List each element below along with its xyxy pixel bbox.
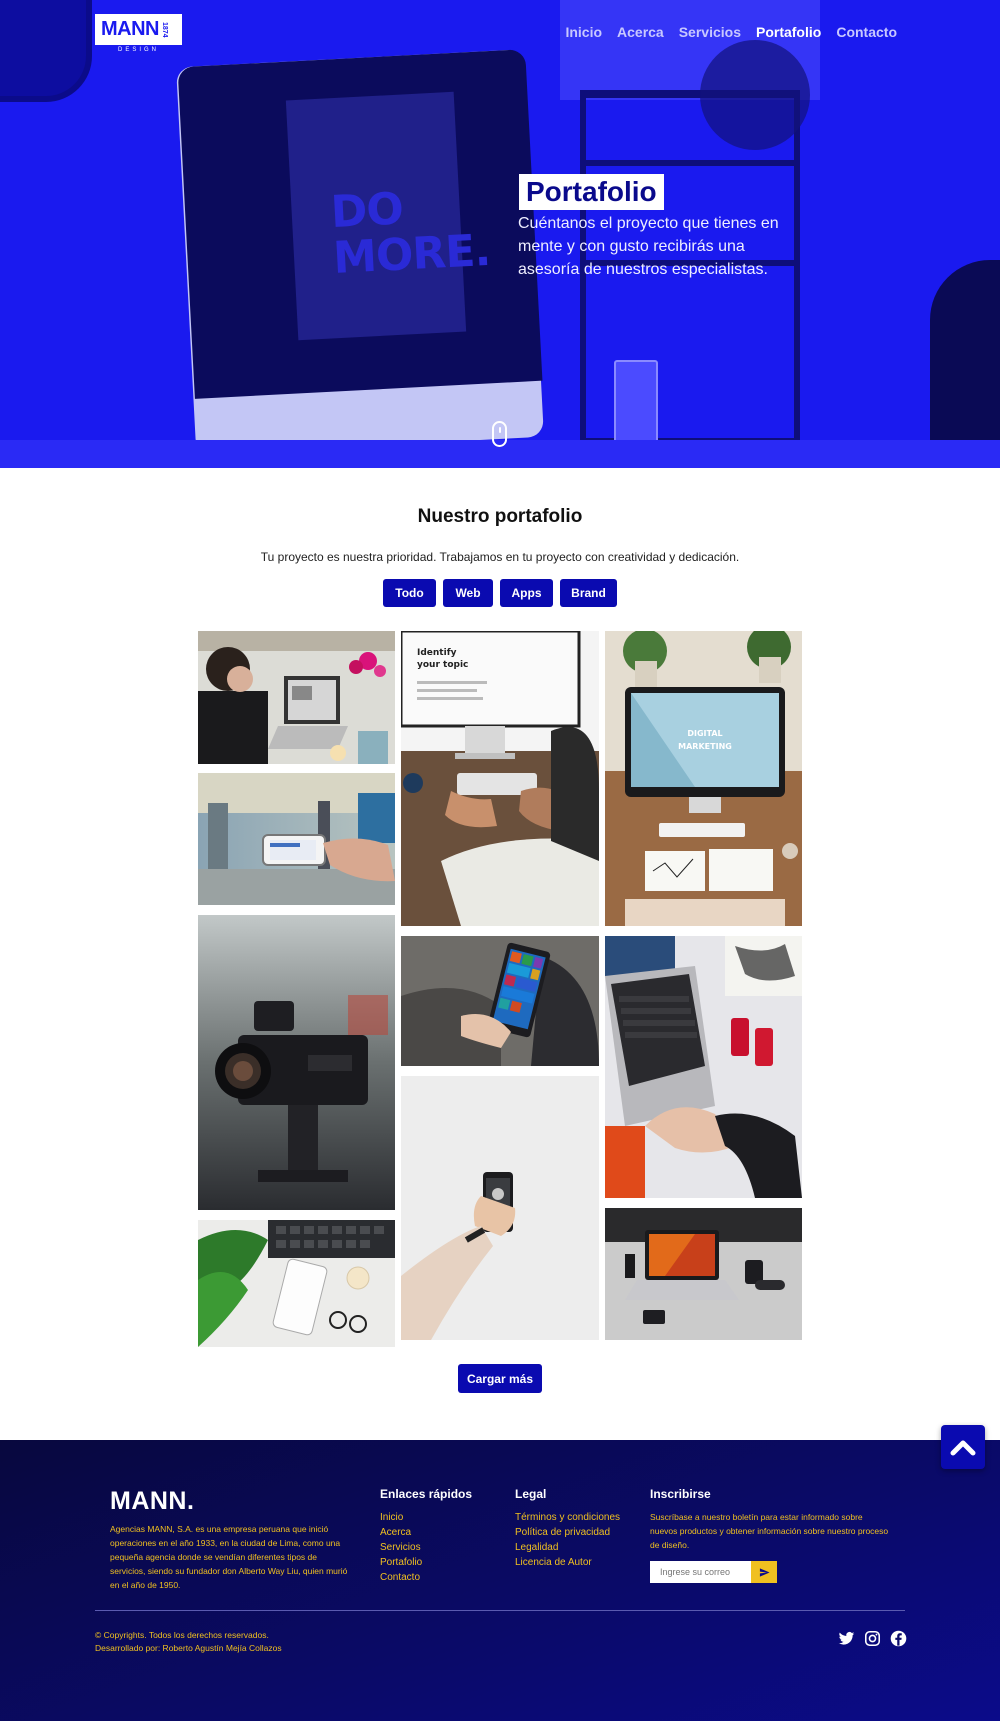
woman-laptop-photo[interactable] <box>198 631 395 764</box>
nav-item-inicio[interactable]: Inicio <box>565 24 602 40</box>
footer: MANN. Agencias MANN, S.A. es una empresa… <box>0 1440 1000 1721</box>
footer-about: Agencias MANN, S.A. es una empresa perua… <box>110 1524 348 1590</box>
footer-link-terminos[interactable]: Términos y condiciones <box>515 1510 620 1525</box>
phone-hand-photo[interactable] <box>401 1076 599 1340</box>
footer-copyright: © Copyrights. Todos los derechos reserva… <box>95 1629 282 1655</box>
footer-legal-title: Legal <box>515 1487 547 1501</box>
hero-image-text: DO MORE. <box>329 183 492 285</box>
hero-lamp <box>0 0 92 102</box>
svg-text:your topic: your topic <box>417 660 468 670</box>
svg-text:DIGITAL: DIGITAL <box>687 729 722 738</box>
svg-text:Identify: Identify <box>417 648 457 658</box>
main-nav: Inicio Acerca Servicios Portafolio Conta… <box>565 24 897 40</box>
footer-link-privacidad[interactable]: Política de privacidad <box>515 1525 620 1540</box>
footer-subscribe-text: Suscríbase a nuestro boletín para estar … <box>650 1512 889 1550</box>
hero-plant <box>700 40 810 150</box>
instagram-icon[interactable] <box>864 1630 881 1647</box>
social-links <box>838 1630 907 1647</box>
footer-subscribe-title: Inscribirse <box>650 1487 711 1501</box>
portfolio-title: Nuestro portafolio <box>417 506 583 527</box>
email-field[interactable] <box>650 1561 751 1583</box>
footer-logo[interactable]: MANN. <box>110 1487 194 1516</box>
subscribe-form <box>650 1561 777 1583</box>
mouse-scroll-icon[interactable] <box>492 421 507 447</box>
filter-brand-button[interactable]: Brand <box>560 579 617 607</box>
windows-phone-photo[interactable] <box>401 936 599 1066</box>
digital-marketing-desk-photo[interactable]: DIGITAL MARKETING <box>605 631 802 926</box>
chevron-up-icon <box>950 1440 976 1456</box>
filter-web-button[interactable]: Web <box>443 579 493 607</box>
cinema-camera-photo[interactable] <box>198 915 395 1210</box>
footer-link-inicio[interactable]: Inicio <box>380 1510 472 1525</box>
portfolio-filters: Todo Web Apps Brand <box>0 579 1000 607</box>
svg-text:MARKETING: MARKETING <box>678 742 732 751</box>
footer-quick-links-title: Enlaces rápidos <box>380 1487 473 1501</box>
footer-link-legalidad[interactable]: Legalidad <box>515 1540 620 1555</box>
nav-item-servicios[interactable]: Servicios <box>679 24 741 40</box>
send-icon <box>759 1567 770 1577</box>
footer-link-servicios[interactable]: Servicios <box>380 1540 472 1555</box>
footer-link-portafolio[interactable]: Portafolio <box>380 1555 472 1570</box>
footer-quick-links: Enlaces rápidos Inicio Acerca Servicios … <box>380 1487 472 1585</box>
plant-tablet-photo[interactable] <box>198 1220 395 1347</box>
brand-logo[interactable]: MANN 1874 <box>95 14 182 45</box>
developer-text: Desarrollado por: Roberto Agustín Mejía … <box>95 1643 282 1653</box>
footer-link-acerca[interactable]: Acerca <box>380 1525 472 1540</box>
hero-banner: DO MORE. MANN 1874 DESIGN Inicio Acerca S… <box>0 0 1000 468</box>
footer-divider <box>95 1610 905 1611</box>
load-more-button[interactable]: Cargar más <box>458 1364 542 1393</box>
street-phone-photo[interactable] <box>198 773 395 905</box>
nav-item-portafolio[interactable]: Portafolio <box>756 24 821 40</box>
footer-link-contacto[interactable]: Contacto <box>380 1570 472 1585</box>
brand-subtitle: DESIGN <box>117 47 159 53</box>
hero-title: Portafolio <box>519 174 664 210</box>
copyright-text: © Copyrights. Todos los derechos reserva… <box>95 1630 269 1640</box>
filter-apps-button[interactable]: Apps <box>500 579 553 607</box>
laptop-coca-cola-photo[interactable] <box>605 936 802 1198</box>
twitter-icon[interactable] <box>838 1630 855 1647</box>
filter-todo-button[interactable]: Todo <box>383 579 436 607</box>
subscribe-button[interactable] <box>751 1561 777 1583</box>
macbook-desk-photo[interactable] <box>605 1208 802 1340</box>
footer-subscribe: Inscribirse Suscríbase a nuestro boletín… <box>650 1487 890 1552</box>
footer-legal: Legal Términos y condiciones Política de… <box>515 1487 620 1570</box>
portfolio-subtitle: Tu proyecto es nuestra prioridad. Trabaj… <box>260 550 740 564</box>
footer-link-licencia[interactable]: Licencia de Autor <box>515 1555 620 1570</box>
nav-item-acerca[interactable]: Acerca <box>617 24 664 40</box>
facebook-icon[interactable] <box>890 1630 907 1647</box>
brand-year: 1874 <box>161 21 168 38</box>
nav-item-contacto[interactable]: Contacto <box>836 24 897 40</box>
hero-text: Cuéntanos el proyecto que tienes en ment… <box>518 215 779 278</box>
identify-topic-monitor-photo[interactable]: Identify your topic <box>401 631 599 926</box>
brand-logo-text: MANN <box>101 18 160 40</box>
back-to-top-button[interactable] <box>941 1425 985 1469</box>
